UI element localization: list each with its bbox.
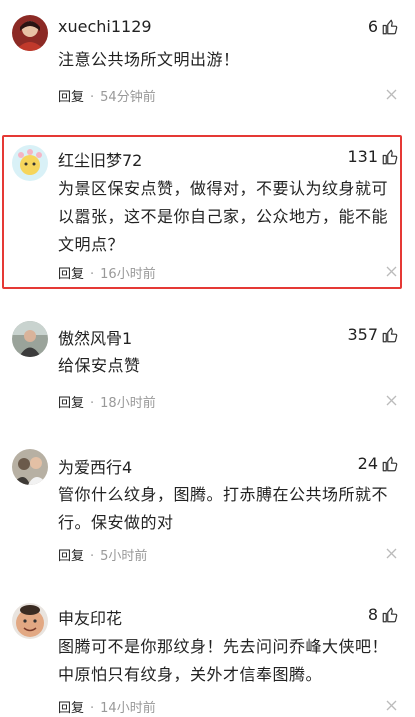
- comment-meta: 回复 · 18小时前: [58, 392, 156, 411]
- separator-dot: ·: [90, 549, 95, 564]
- comment-meta: 回复 · 5小时前: [58, 545, 147, 564]
- comment-item: 傲然风骨1 357 给保安点赞 回复 · 18小时前: [0, 305, 415, 425]
- avatar[interactable]: [12, 603, 48, 639]
- separator-dot: ·: [90, 90, 95, 105]
- timestamp: 5小时前: [100, 549, 148, 564]
- reply-button[interactable]: 回复: [58, 549, 84, 564]
- timestamp: 54分钟前: [100, 90, 156, 105]
- username[interactable]: xuechi1129: [58, 17, 152, 36]
- comment-meta: 回复 · 54分钟前: [58, 86, 156, 105]
- like-count: 357: [347, 325, 378, 344]
- avatar[interactable]: [12, 15, 48, 51]
- comment-text: 图腾可不是你那纹身！先去问问乔峰大侠吧！中原怕只有纹身，关外才信奉图腾。: [58, 637, 389, 684]
- like-button[interactable]: 6: [368, 17, 399, 37]
- like-count: 6: [367, 17, 378, 36]
- like-button[interactable]: 357: [347, 325, 399, 345]
- highlight-box: [2, 135, 402, 289]
- reply-button[interactable]: 回复: [58, 396, 84, 411]
- thumbs-up-icon: [382, 456, 398, 472]
- thumbs-up-icon: [382, 607, 398, 623]
- reply-button[interactable]: 回复: [58, 90, 84, 105]
- reply-button[interactable]: 回复: [58, 701, 84, 716]
- username[interactable]: 傲然风骨1: [58, 325, 132, 349]
- timestamp: 18小时前: [100, 396, 156, 411]
- username[interactable]: 为爱西行4: [58, 454, 132, 478]
- close-icon[interactable]: [386, 89, 397, 100]
- thumbs-up-icon: [382, 19, 398, 35]
- avatar[interactable]: [12, 449, 48, 485]
- avatar[interactable]: [12, 321, 48, 357]
- like-count: 24: [357, 454, 378, 473]
- like-button[interactable]: 24: [358, 454, 399, 474]
- timestamp: 14小时前: [100, 701, 156, 716]
- comment-item: 申友印花 8 图腾可不是你那纹身！先去问问乔峰大侠吧！中原怕只有纹身，关外才信奉…: [0, 590, 415, 717]
- close-icon[interactable]: [386, 548, 397, 559]
- comment-meta: 回复 · 14小时前: [58, 697, 156, 716]
- comment-item: xuechi1129 6 注意公共场所文明出游！ 回复 · 54分钟前: [0, 0, 415, 130]
- close-icon[interactable]: [386, 395, 397, 406]
- like-count: 8: [367, 605, 378, 624]
- username[interactable]: 申友印花: [58, 605, 122, 629]
- comment-text: 注意公共场所文明出游！: [58, 50, 240, 69]
- close-icon[interactable]: [386, 700, 397, 711]
- comment-text: 管你什么纹身，图腾。打赤膊在公共场所就不行。保安做的对: [58, 485, 389, 532]
- thumbs-up-icon: [382, 327, 398, 343]
- comment-item: 为爱西行4 24 管你什么纹身，图腾。打赤膊在公共场所就不行。保安做的对 回复 ·…: [0, 435, 415, 585]
- separator-dot: ·: [90, 701, 95, 716]
- like-button[interactable]: 8: [368, 605, 399, 625]
- separator-dot: ·: [90, 396, 95, 411]
- comment-text: 给保安点赞: [58, 356, 141, 375]
